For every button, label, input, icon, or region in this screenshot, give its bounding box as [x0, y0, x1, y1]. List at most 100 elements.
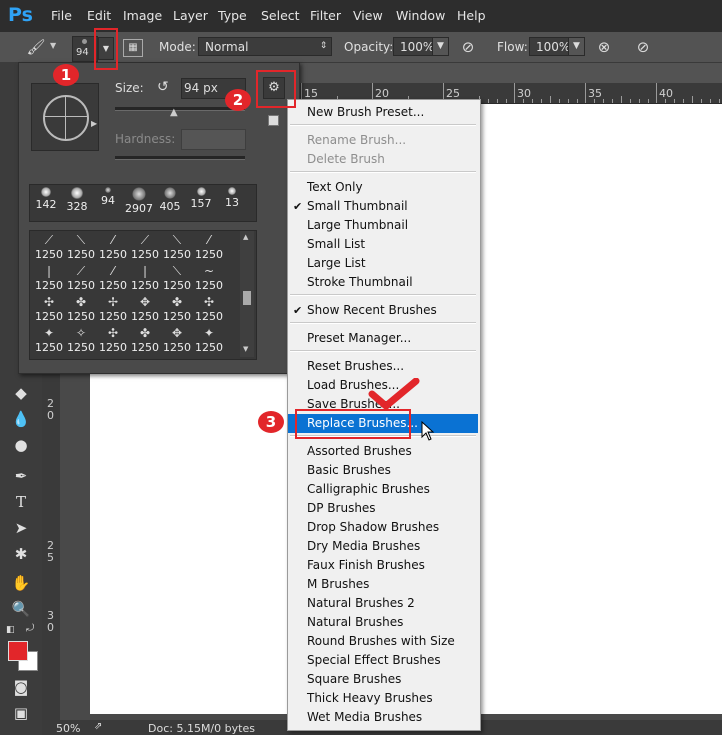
opacity-input[interactable]: 100% ▼	[393, 37, 449, 56]
pen-tool-icon[interactable]: ✒	[10, 465, 32, 487]
brush-tool-icon[interactable]: 🖌	[26, 37, 46, 57]
menu-item-reset-brushes[interactable]: Reset Brushes...	[288, 357, 478, 376]
recent-brush[interactable]: 13	[216, 187, 248, 209]
menu-item-round-brushes-with-size[interactable]: Round Brushes with Size	[288, 632, 478, 651]
brush-preset[interactable]: ❘ 1250	[33, 264, 65, 292]
menu-select[interactable]: Select	[261, 8, 300, 23]
menu-item-calligraphic-brushes[interactable]: Calligraphic Brushes	[288, 480, 478, 499]
brush-preset[interactable]: ✤ 1250	[129, 326, 161, 354]
recent-brush[interactable]: 2907	[123, 187, 155, 215]
hand-tool-icon[interactable]: ✋	[10, 572, 32, 594]
reset-size-icon[interactable]: ↺	[157, 79, 169, 95]
recent-brush[interactable]: 405	[154, 187, 186, 213]
menu-item-special-effect-brushes[interactable]: Special Effect Brushes	[288, 651, 478, 670]
brush-preset[interactable]: ✣ 1250	[33, 295, 65, 323]
menu-item-small-list[interactable]: Small List	[288, 235, 478, 254]
brush-preset[interactable]: ✥ 1250	[161, 326, 193, 354]
chevron-down-icon[interactable]: ▼	[568, 38, 584, 55]
path-selection-tool-icon[interactable]: ➤	[10, 517, 32, 539]
type-tool-icon[interactable]: T	[10, 491, 32, 513]
zoom-tool-icon[interactable]: 🔍	[10, 598, 32, 620]
custom-shape-tool-icon[interactable]: ✱	[10, 543, 32, 565]
brush-preset[interactable]: ✥ 1250	[129, 295, 161, 323]
scroll-up-icon[interactable]: ▲	[243, 233, 248, 241]
menu-item-m-brushes[interactable]: M Brushes	[288, 575, 478, 594]
menu-edit[interactable]: Edit	[87, 8, 111, 23]
quick-mask-icon[interactable]: ◙	[10, 676, 32, 698]
menu-file[interactable]: File	[51, 8, 72, 23]
brush-preset[interactable]: ✧ 1250	[65, 326, 97, 354]
menu-item-wet-media-brushes[interactable]: Wet Media Brushes	[288, 708, 478, 727]
blur-tool-icon[interactable]: 💧	[10, 408, 32, 430]
brush-preset[interactable]: ✦ 1250	[193, 326, 225, 354]
hardness-slider[interactable]	[115, 156, 245, 160]
menu-item-natural-brushes-2[interactable]: Natural Brushes 2	[288, 594, 478, 613]
paint-bucket-tool-icon[interactable]: ◆	[10, 382, 32, 404]
default-colors-icon[interactable]: ◧	[6, 625, 15, 635]
airbrush-icon[interactable]: ⊗	[595, 38, 613, 56]
brush-preset[interactable]: ⟍ 1250	[161, 264, 193, 292]
menu-help[interactable]: Help	[457, 8, 486, 23]
brush-tip-preview[interactable]	[31, 83, 99, 151]
zoom-level[interactable]: 50%	[56, 722, 80, 735]
hardness-input[interactable]	[181, 129, 246, 150]
size-slider-thumb[interactable]: ▲	[170, 107, 178, 118]
menu-layer[interactable]: Layer	[173, 8, 208, 23]
pressure-size-icon[interactable]: ⊘	[634, 38, 652, 56]
menu-item-large-list[interactable]: Large List	[288, 254, 478, 273]
menu-view[interactable]: View	[353, 8, 383, 23]
menu-item-faux-finish-brushes[interactable]: Faux Finish Brushes	[288, 556, 478, 575]
tool-preset-arrow-icon[interactable]: ▼	[50, 41, 56, 50]
menu-type[interactable]: Type	[218, 8, 247, 23]
brush-preset[interactable]: ✦ 1250	[33, 326, 65, 354]
menu-item-drop-shadow-brushes[interactable]: Drop Shadow Brushes	[288, 518, 478, 537]
menu-item-text-only[interactable]: Text Only	[288, 178, 478, 197]
recent-brush[interactable]: 142	[30, 187, 62, 211]
menu-item-square-brushes[interactable]: Square Brushes	[288, 670, 478, 689]
brush-preset[interactable]: ✤ 1250	[161, 295, 193, 323]
menu-item-small-thumbnail[interactable]: ✔ Small Thumbnail	[288, 197, 478, 216]
scroll-down-icon[interactable]: ▼	[243, 345, 248, 353]
brush-preset[interactable]: ~1250	[193, 264, 225, 292]
recent-brush[interactable]: 94	[92, 187, 124, 207]
menu-item-dp-brushes[interactable]: DP Brushes	[288, 499, 478, 518]
brush-panel-toggle-icon[interactable]: ▦	[123, 39, 143, 57]
recent-brush[interactable]: 157	[185, 187, 217, 210]
brush-preset[interactable]: ✢ 1250	[97, 295, 129, 323]
menu-item-new-brush-preset[interactable]: New Brush Preset...	[288, 103, 478, 122]
brush-preset[interactable]: ⟋ 1250	[65, 264, 97, 292]
foreground-color-swatch[interactable]	[8, 641, 28, 661]
brush-preset[interactable]: ⁄ 1250	[97, 233, 129, 261]
brush-preset[interactable]: ⁄ 1250	[97, 264, 129, 292]
mode-select[interactable]: Normal ⇕	[198, 37, 332, 56]
menu-window[interactable]: Window	[396, 8, 445, 23]
brush-preset[interactable]: ⟋ 1250	[33, 233, 65, 261]
menu-item-assorted-brushes[interactable]: Assorted Brushes	[288, 442, 478, 461]
pressure-opacity-icon[interactable]: ⊘	[459, 38, 477, 56]
brush-preset[interactable]: ⟍ 1250	[161, 233, 193, 261]
brush-preset[interactable]: ✤ 1250	[65, 295, 97, 323]
dodge-tool-icon[interactable]: ●	[10, 434, 32, 456]
menu-item-preset-manager[interactable]: Preset Manager...	[288, 329, 478, 348]
brush-preset[interactable]: ❘ 1250	[129, 264, 161, 292]
menu-item-natural-brushes[interactable]: Natural Brushes	[288, 613, 478, 632]
brush-preset[interactable]: ⟍ 1250	[65, 233, 97, 261]
menu-item-basic-brushes[interactable]: Basic Brushes	[288, 461, 478, 480]
menu-item-dry-media-brushes[interactable]: Dry Media Brushes	[288, 537, 478, 556]
export-icon[interactable]: ⇗	[94, 721, 102, 732]
presets-scrollbar[interactable]: ▲ ▼	[240, 231, 254, 357]
menu-image[interactable]: Image	[123, 8, 162, 23]
brush-preset[interactable]: ✣ 1250	[97, 326, 129, 354]
menu-item-stroke-thumbnail[interactable]: Stroke Thumbnail	[288, 273, 478, 292]
swap-colors-icon[interactable]: ⤾	[26, 623, 34, 634]
scroll-thumb[interactable]	[243, 291, 251, 305]
brush-preset[interactable]: ⟋ 1250	[129, 233, 161, 261]
size-slider[interactable]	[115, 107, 245, 111]
new-preset-icon[interactable]	[268, 115, 279, 126]
menu-item-show-recent-brushes[interactable]: ✔ Show Recent Brushes	[288, 301, 478, 320]
menu-item-thick-heavy-brushes[interactable]: Thick Heavy Brushes	[288, 689, 478, 708]
brush-preset[interactable]: ✣ 1250	[193, 295, 225, 323]
menu-item-large-thumbnail[interactable]: Large Thumbnail	[288, 216, 478, 235]
menu-filter[interactable]: Filter	[310, 8, 341, 23]
recent-brush[interactable]: 328	[61, 187, 93, 213]
